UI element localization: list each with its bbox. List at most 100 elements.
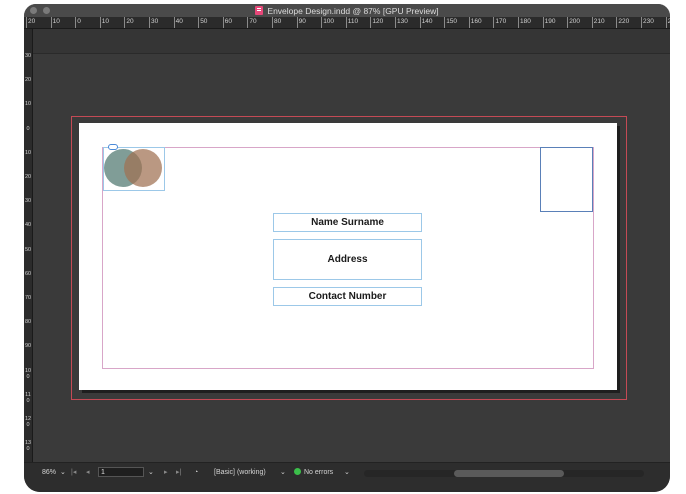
ruler-label: 10: [101, 18, 110, 25]
content-grabber-icon[interactable]: [108, 144, 118, 150]
ruler-tick: [419, 17, 421, 28]
ruler-label: 210: [593, 18, 605, 25]
ruler-tick: [247, 17, 249, 28]
pasteboard-top-strip: [33, 29, 670, 54]
vertical-ruler-label: 0: [26, 125, 30, 132]
ruler-tick: [50, 17, 52, 28]
ruler-label: 110: [347, 18, 359, 25]
horizontal-scrollbar[interactable]: [364, 470, 644, 477]
ruler-label: 80: [274, 18, 282, 25]
vertical-ruler-label: 30: [24, 198, 32, 205]
first-page-icon[interactable]: |◂: [71, 467, 76, 479]
previous-page-icon[interactable]: ◂: [86, 467, 90, 479]
vertical-ruler-label: 50: [24, 246, 32, 253]
ruler-tick: [444, 17, 446, 28]
vertical-ruler-label: 80: [24, 319, 32, 326]
ruler-tick: [641, 17, 642, 28]
ruler-tick: [665, 17, 667, 28]
scrollbar-thumb[interactable]: [454, 470, 564, 477]
pasteboard[interactable]: Name Surname Address Contact Number: [33, 54, 670, 462]
ruler-label: 190: [544, 18, 556, 25]
ruler-label: 130: [397, 18, 408, 25]
ruler-label: 160: [470, 18, 482, 25]
vertical-ruler-label: 100: [24, 367, 32, 380]
ruler-label: 200: [569, 18, 581, 25]
page-number-input[interactable]: 1: [98, 467, 144, 477]
vertical-ruler-label: 30: [24, 53, 32, 59]
close-window-button[interactable]: [30, 7, 37, 14]
ruler-tick: [149, 17, 150, 28]
window-controls: [30, 7, 50, 14]
ruler-tick: [591, 17, 593, 28]
page-dropdown-icon[interactable]: ⌄: [148, 467, 154, 479]
indesign-window: Envelope Design.indd @ 87% [GPU Preview]…: [24, 4, 670, 492]
ruler-tick: [370, 17, 372, 28]
last-page-icon[interactable]: ▸|: [176, 467, 181, 479]
ruler-label: 50: [200, 18, 208, 25]
ruler-label: 140: [421, 18, 433, 25]
ruler-label: 70: [249, 18, 257, 25]
preflight-errors-text: No errors: [304, 469, 334, 476]
ruler-label: 30: [151, 18, 159, 25]
vertical-ruler-label: 10: [24, 149, 32, 156]
ruler-tick: [542, 17, 544, 28]
ruler-label: 60: [224, 18, 233, 25]
vertical-ruler-label: 60: [24, 270, 32, 277]
vertical-ruler[interactable]: 30 20 10 0 10 20 30 40 50 60 70 80 90 100 110 120 130: [24, 29, 33, 462]
ruler-label: 180: [520, 18, 531, 25]
name-surname-field[interactable]: Name Surname: [273, 213, 422, 232]
style-dropdown-icon[interactable]: ⌄: [280, 467, 286, 479]
ruler-tick: [296, 17, 298, 28]
next-page-icon[interactable]: ▸: [164, 467, 168, 479]
ruler-label: 24: [667, 18, 670, 25]
vertical-ruler-label: 120: [24, 416, 32, 428]
contact-number-field[interactable]: Contact Number: [273, 287, 422, 306]
window-title-wrap: Envelope Design.indd @ 87% [GPU Preview]: [255, 5, 439, 16]
ruler-label: 20: [126, 18, 134, 25]
horizontal-ruler[interactable]: 20 10 0 10 20 30 40 50 60 70 80 90 100 110 120 130 140 15…: [24, 17, 670, 29]
ruler-label: 20: [28, 18, 36, 25]
address-field[interactable]: Address: [273, 239, 422, 280]
vertical-ruler-label: 110: [25, 391, 31, 404]
preflight-menu-icon[interactable]: ⌄: [344, 467, 350, 479]
ruler-tick: [198, 17, 200, 28]
ruler-label: 10: [52, 18, 60, 25]
ruler-tick: [395, 17, 396, 28]
ruler-tick: [518, 17, 519, 28]
ruler-tick: [272, 17, 273, 28]
minimize-window-button[interactable]: [43, 7, 50, 14]
title-bar: Envelope Design.indd @ 87% [GPU Preview]: [24, 4, 670, 17]
zoom-dropdown-icon[interactable]: ⌄: [60, 467, 66, 479]
ruler-tick: [345, 17, 347, 28]
indesign-document-icon: [255, 6, 264, 15]
ruler-tick: [99, 17, 101, 28]
ruler-tick: [124, 17, 126, 28]
preflight-status[interactable]: No errors: [294, 467, 333, 479]
preflight-profile-icon[interactable]: ◔: [194, 467, 198, 479]
envelope-page[interactable]: Name Surname Address Contact Number: [79, 123, 617, 390]
vertical-ruler-label: 70: [24, 295, 32, 301]
ruler-label: 0: [77, 18, 81, 25]
vertical-ruler-label: 20: [24, 77, 32, 84]
ruler-tick: [75, 17, 77, 28]
preflight-style[interactable]: [Basic] (working): [214, 467, 266, 479]
status-row: 86% ⌄ |◂ ◂ 1 ⌄ ▸ ▸| ◔ [Basic] (working) …: [24, 467, 670, 479]
window-title: Envelope Design.indd @ 87% [GPU Preview]: [267, 5, 439, 16]
stamp-frame[interactable]: [540, 147, 593, 212]
logo-circle-right[interactable]: [124, 149, 162, 187]
ruler-tick: [493, 17, 495, 28]
vertical-ruler-label: 10: [24, 101, 32, 108]
ruler-tick: [222, 17, 224, 28]
ruler-tick: [321, 17, 323, 28]
ruler-tick: [173, 17, 175, 28]
status-bar: 86% ⌄ |◂ ◂ 1 ⌄ ▸ ▸| ◔ [Basic] (working) …: [24, 462, 670, 492]
vertical-ruler-label: 20: [24, 174, 32, 180]
vertical-ruler-label: 40: [24, 222, 32, 229]
ruler-label: 230: [643, 18, 654, 25]
ruler-tick: [468, 17, 470, 28]
ruler-label: 100: [323, 18, 335, 25]
vertical-ruler-label: 130: [24, 440, 32, 453]
ruler-label: 170: [495, 18, 507, 25]
ruler-tick: [567, 17, 569, 28]
zoom-level[interactable]: 86%: [42, 467, 56, 479]
